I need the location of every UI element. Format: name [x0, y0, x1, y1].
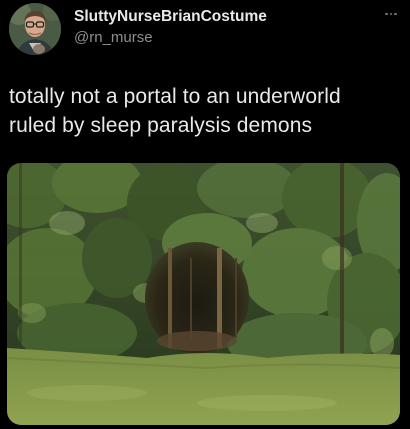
avatar[interactable]	[9, 3, 61, 55]
tweet-photo[interactable]	[7, 163, 400, 425]
tweet-text-line: ruled by sleep paralysis demons	[9, 114, 313, 137]
tweet-text: totally not a portal to an underworld ru…	[9, 82, 404, 140]
tweet-card: SluttyNurseBrianCostume @rn_murse totall…	[0, 0, 410, 429]
tweet-text-line: totally not a portal to an underworld	[9, 85, 341, 108]
author-info: SluttyNurseBrianCostume @rn_murse	[74, 8, 267, 47]
more-options-icon[interactable]	[376, 5, 406, 23]
author-display-name[interactable]: SluttyNurseBrianCostume	[74, 8, 267, 26]
forest-portal-photo	[7, 163, 400, 425]
author-handle[interactable]: @rn_murse	[74, 29, 267, 47]
